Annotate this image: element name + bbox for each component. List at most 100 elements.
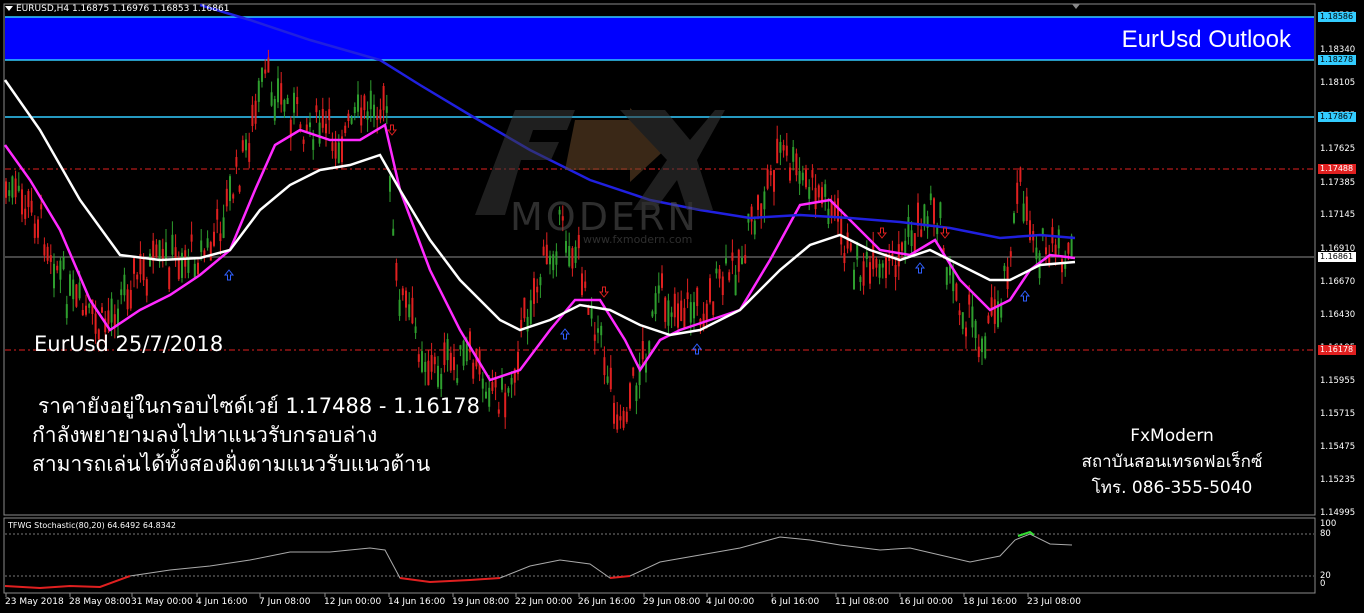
candle-body [779, 141, 782, 153]
candle-body [465, 343, 468, 362]
candle-body [853, 269, 855, 290]
candle-body [757, 195, 759, 210]
candle-body [824, 184, 827, 197]
candle-body [590, 308, 593, 319]
chart-canvas[interactable] [0, 0, 1364, 613]
candle-body [200, 240, 203, 253]
candle-body [411, 297, 414, 324]
candle-body [85, 305, 87, 315]
candle-body [296, 97, 299, 105]
candle-body [597, 328, 599, 333]
candle-body [94, 313, 97, 334]
price-tick-label: 1.18340 [1320, 45, 1356, 55]
candle-body [449, 352, 452, 371]
candle-body [910, 230, 913, 247]
candle-body [456, 378, 459, 383]
candle-body [88, 303, 91, 308]
time-tick-label: 4 Jun 16:00 [196, 597, 248, 607]
candle-body [273, 99, 276, 121]
candle-body [197, 262, 199, 275]
candle-body [744, 255, 747, 264]
candle-body [1045, 247, 1047, 255]
candle-body [600, 325, 603, 336]
time-tick-label: 22 Jun 00:00 [515, 597, 573, 607]
candle-body [395, 262, 398, 281]
candle-body [593, 334, 596, 341]
candle-body [366, 111, 369, 120]
candle-body [165, 242, 167, 261]
candle-body [53, 263, 55, 289]
candle-body [1057, 229, 1060, 249]
candle-body [504, 392, 507, 418]
time-tick-label: 26 Jun 16:00 [578, 597, 636, 607]
candle-body [664, 297, 667, 322]
candle-body [725, 258, 727, 264]
candle-body [632, 367, 635, 376]
candle-body [523, 297, 526, 319]
candle-body [965, 327, 967, 337]
candle-body [1006, 266, 1009, 289]
candle-body [657, 285, 660, 294]
candle-body [373, 104, 375, 118]
time-tick-label: 19 Jun 08:00 [452, 597, 510, 607]
analysis-line-1: ราคายังอยู่ในกรอบไซด์เวย์ 1.17488 - 1.16… [38, 394, 480, 418]
time-tick-label: 4 Jul 00:00 [706, 597, 755, 607]
candle-body [107, 310, 110, 324]
candle-body [405, 290, 407, 308]
candle-body [622, 410, 625, 428]
candle-body [392, 228, 395, 236]
candle-body [753, 220, 756, 235]
candle-body [929, 193, 932, 201]
candle-body [811, 170, 814, 178]
candle-body [494, 379, 497, 388]
candle-body [901, 242, 903, 251]
candle-body [968, 294, 971, 305]
candle-body [798, 170, 801, 184]
price-tick-label: 1.16670 [1320, 277, 1356, 287]
analysis-line-2: กำลังพยายามลงไปหาแนวรับกรอบล่าง [32, 423, 378, 447]
candle-body [584, 281, 587, 288]
candle-body [1025, 196, 1028, 221]
candle-body [773, 170, 775, 192]
candle-body [459, 345, 462, 350]
candle-body [843, 253, 846, 264]
candle-body [795, 153, 798, 176]
candle-body [305, 124, 308, 132]
candle-body [238, 185, 241, 192]
candle-body [171, 234, 174, 255]
candle-body [491, 381, 494, 391]
candle-body [721, 276, 724, 296]
time-tick-label: 23 May 2018 [5, 597, 64, 607]
chevron-down-icon[interactable] [5, 6, 13, 11]
price-tag-price: 1.16861 [1318, 252, 1356, 262]
candle-body [533, 278, 535, 304]
candle-body [443, 342, 446, 365]
stochastic-title: TFWG Stochastic(80,20) 64.6492 64.8342 [8, 521, 176, 530]
candle-body [654, 293, 657, 315]
candle-body [885, 253, 887, 279]
candle-body [683, 307, 686, 329]
price-tag-red: 1.17488 [1318, 164, 1356, 174]
candle-body [59, 260, 62, 280]
candle-body [376, 115, 379, 120]
candle-body [117, 308, 119, 325]
candle-body [408, 304, 411, 318]
candle-body [782, 144, 785, 151]
candle-body [155, 244, 158, 258]
candle-body [251, 104, 254, 127]
candle-body [1016, 182, 1019, 204]
candle-body [741, 257, 743, 265]
candle-body [693, 302, 695, 319]
candle-body [731, 252, 734, 261]
time-tick-label: 7 Jun 08:00 [259, 597, 311, 607]
candle-body [1061, 259, 1063, 273]
price-tag-cyan: 1.18278 [1318, 55, 1356, 65]
candle-body [417, 354, 420, 362]
candle-body [261, 67, 263, 82]
candle-body [952, 270, 955, 292]
candle-body [625, 411, 628, 422]
candle-body [667, 300, 670, 326]
candle-body [24, 208, 27, 219]
candle-body [1029, 220, 1031, 241]
time-tick-label: 31 May 00:00 [131, 597, 193, 607]
